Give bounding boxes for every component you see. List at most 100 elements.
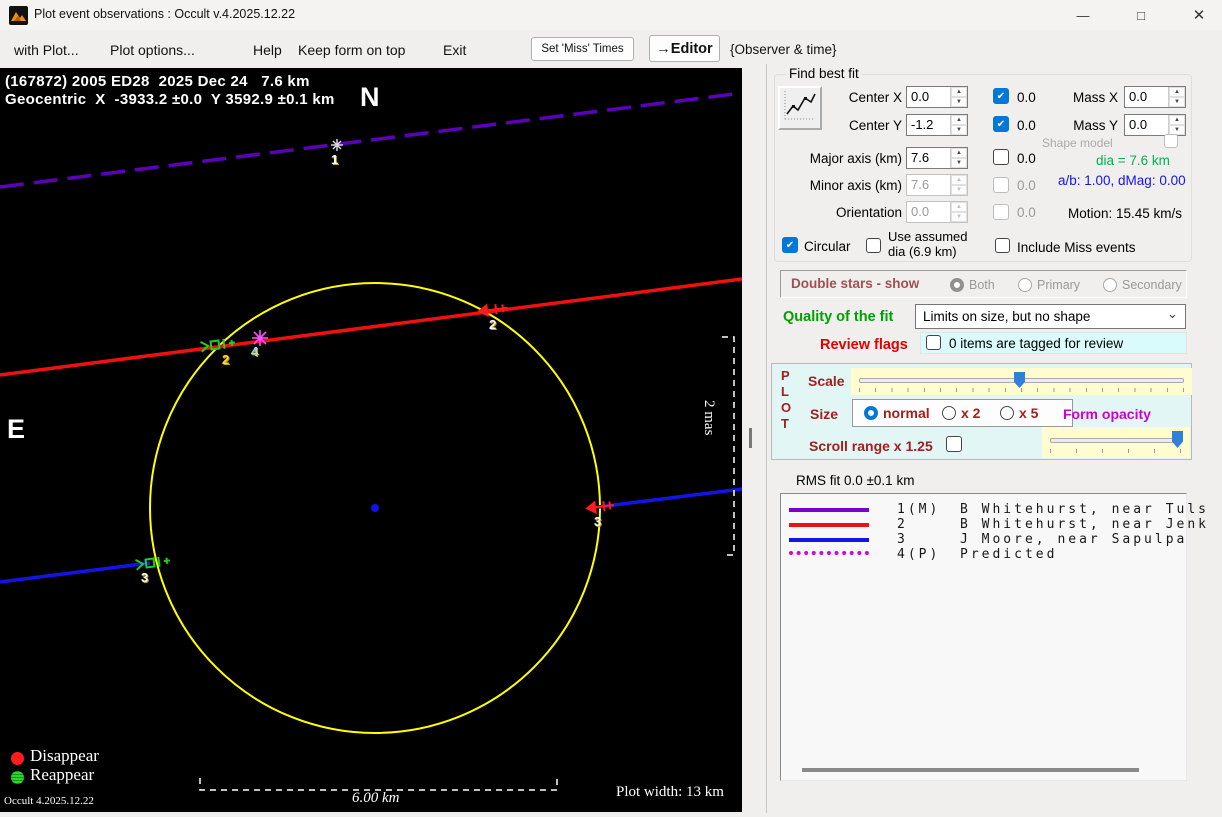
center-x-input[interactable]: 0.0 ▲ ▼ — [906, 86, 968, 108]
set-miss-times-button[interactable]: Set 'Miss' Times — [531, 37, 634, 61]
mass-x-spin-up-icon[interactable]: ▲ — [1169, 87, 1185, 97]
size-x2-label: x 2 — [961, 405, 981, 421]
scale-slider[interactable] — [851, 368, 1192, 395]
splitter-handle[interactable] — [749, 428, 752, 448]
menu-plot-options[interactable]: Plot options... — [110, 42, 195, 58]
major-axis-value: 7.6 — [911, 150, 930, 165]
minor-axis-fit-checkbox — [993, 177, 1009, 193]
size-x2-radio[interactable] — [942, 406, 956, 420]
find-best-fit-label: Find best fit — [786, 66, 862, 81]
track-2-line — [0, 277, 742, 377]
rms-fit-label: RMS fit 0.0 ±0.1 km — [796, 473, 915, 488]
center-y-spin-down-icon[interactable]: ▼ — [951, 125, 967, 135]
center-x-spin-down-icon[interactable]: ▼ — [951, 97, 967, 107]
scroll-range-checkbox[interactable] — [946, 436, 962, 452]
marker-label-2-reappear: 2 — [222, 352, 230, 367]
form-opacity-label: Form opacity — [1063, 406, 1151, 422]
minor-axis-spin-down-icon: ▼ — [951, 185, 967, 195]
minor-axis-flag: 0.0 — [1017, 178, 1036, 193]
orientation-flag: 0.0 — [1017, 205, 1036, 220]
close-button[interactable]: ✕ — [1176, 0, 1222, 30]
form-opacity-slider-thumb[interactable] — [1172, 431, 1183, 448]
size-normal-radio[interactable] — [864, 406, 878, 420]
double-stars-both-radio — [950, 278, 964, 292]
scale-slider-ticks — [859, 388, 1184, 392]
include-miss-checkbox[interactable] — [995, 238, 1010, 253]
marker-label-3-reappear: 3 — [141, 570, 149, 585]
occult-window: Plot event observations : Occult v.4.202… — [0, 0, 1222, 817]
plot-area[interactable]: (167872) 2005 ED28 2025 Dec 24 7.6 km Ge… — [0, 68, 742, 812]
use-assumed-dia-label-1: Use assumed — [888, 229, 968, 244]
center-x-fit-checkbox[interactable]: ✔ — [993, 88, 1009, 104]
double-stars-secondary-radio — [1103, 278, 1117, 292]
observer-2-line-sample — [789, 523, 869, 527]
major-axis-spin-up-icon[interactable]: ▲ — [951, 148, 967, 158]
center-y-input[interactable]: -1.2 ▲ ▼ — [906, 114, 968, 136]
menu-with-plot[interactable]: with Plot... — [14, 42, 79, 58]
form-opacity-slider[interactable] — [1042, 427, 1190, 458]
menu-help[interactable]: Help — [253, 42, 282, 58]
shape-model-label: Shape model — [1042, 136, 1113, 150]
observer-time-label: {Observer & time} — [730, 42, 837, 57]
plot-title: (167872) 2005 ED28 2025 Dec 24 7.6 km — [5, 73, 310, 90]
mass-x-value: 0.0 — [1129, 89, 1148, 104]
major-axis-input[interactable]: 7.6 ▲ ▼ — [906, 147, 968, 169]
track-3-line-left — [0, 561, 151, 584]
major-axis-spin-down-icon[interactable]: ▼ — [951, 158, 967, 168]
major-axis-fit-checkbox[interactable] — [993, 149, 1009, 165]
mass-x-input[interactable]: 0.0 ▲ ▼ — [1124, 86, 1186, 108]
menu-exit[interactable]: Exit — [443, 42, 466, 58]
review-flags-checkbox[interactable] — [926, 335, 941, 350]
mas-bracket — [722, 336, 735, 556]
center-y-spin-up-icon[interactable]: ▲ — [951, 115, 967, 125]
center-x-spin-up-icon[interactable]: ▲ — [951, 87, 967, 97]
plot-subtitle: Geocentric X -3933.2 ±0.0 Y 3592.9 ±0.1 … — [5, 91, 335, 108]
orientation-spin-up-icon: ▲ — [951, 202, 967, 212]
track-3-line-right — [597, 487, 742, 509]
mass-y-value: 0.0 — [1129, 117, 1148, 132]
mass-x-spin-down-icon[interactable]: ▼ — [1169, 97, 1185, 107]
track-1-midpoint-marker — [331, 139, 343, 151]
scale-bar — [199, 778, 558, 791]
motion-readout: Motion: 15.45 km/s — [1068, 206, 1183, 221]
disappear-marker-2 — [477, 303, 508, 318]
mass-y-spin-up-icon[interactable]: ▲ — [1169, 115, 1185, 125]
editor-button[interactable]: →Editor — [649, 35, 720, 62]
ab-dmag-readout: a/b: 1.00, dMag: 0.00 — [1058, 173, 1186, 188]
quality-dropdown[interactable]: Limits on size, but no shape ⌄ — [915, 304, 1186, 329]
minimize-button[interactable]: — — [1060, 0, 1106, 30]
circular-label: Circular — [804, 239, 851, 254]
major-axis-label: Major axis (km) — [809, 151, 902, 166]
marker-label-3-disappear: 3 — [594, 514, 602, 529]
center-x-value: 0.0 — [911, 89, 930, 104]
plot-letter-t: T — [781, 416, 789, 431]
observer-3-line-sample — [789, 538, 869, 542]
center-y-value: -1.2 — [911, 117, 934, 132]
maximize-button[interactable]: □ — [1118, 0, 1164, 30]
east-label: E — [7, 414, 26, 444]
orientation-value: 0.0 — [911, 204, 930, 219]
center-y-fit-checkbox[interactable]: ✔ — [993, 116, 1009, 132]
review-flags-text: 0 items are tagged for review — [949, 336, 1124, 351]
observer-list-hscrollbar[interactable] — [802, 768, 1139, 772]
center-y-flag: 0.0 — [1017, 118, 1036, 133]
form-opacity-slider-track[interactable] — [1050, 438, 1182, 443]
use-assumed-dia-checkbox[interactable] — [866, 238, 881, 253]
minor-axis-value: 7.6 — [911, 177, 930, 192]
observer-2-num: 2 — [897, 517, 908, 532]
observer-4-line-sample — [789, 551, 869, 555]
mass-y-input[interactable]: 0.0 ▲ ▼ — [1124, 114, 1186, 136]
size-x5-radio[interactable] — [1000, 406, 1014, 420]
double-stars-label: Double stars - show — [791, 276, 920, 291]
plot-letter-p: P — [781, 368, 790, 383]
menu-keep-on-top[interactable]: Keep form on top — [298, 42, 405, 58]
reappear-label: Reappear — [30, 765, 95, 784]
center-dot — [371, 504, 379, 512]
circular-checkbox[interactable]: ✔ — [782, 237, 798, 253]
reappear-marker-3 — [134, 556, 170, 571]
quality-label: Quality of the fit — [783, 309, 894, 325]
scroll-range-label: Scroll range x 1.25 — [809, 438, 933, 454]
disappear-dot-icon — [11, 752, 24, 765]
scale-slider-thumb[interactable] — [1014, 372, 1025, 388]
size-label: Size — [810, 406, 839, 422]
